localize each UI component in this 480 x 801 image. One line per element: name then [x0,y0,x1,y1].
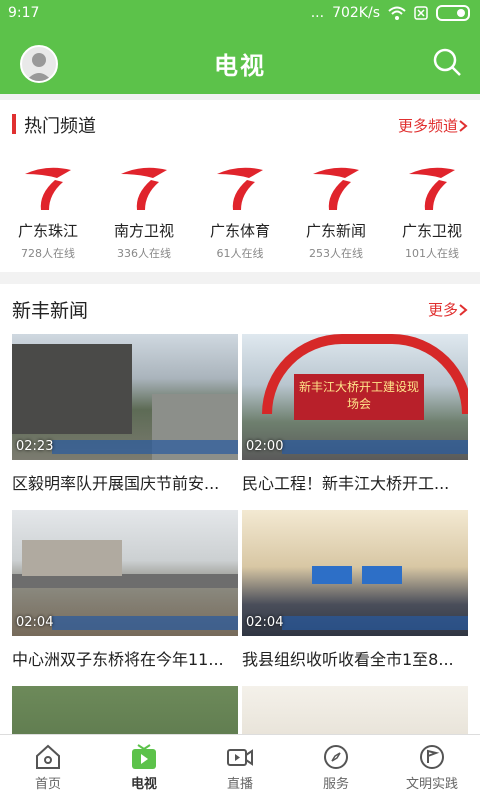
compass-icon [324,745,348,769]
news-thumbnail: 02:04 [242,510,468,636]
news-headline: 中心洲双子东桥将在今年11... [12,650,224,669]
news-thumbnail: 02:04 [12,510,238,636]
hot-channels-header: 热门频道 更多频道 [0,100,480,148]
news-thumbnail: 新丰江大桥开工建设现场会 02:00 [242,334,468,460]
news-item[interactable] [12,686,238,734]
tab-label: 电视 [130,777,157,792]
caption-strip [52,616,238,630]
screen-shape [312,566,352,584]
bottom-tab-bar: 首页 电视 直播 服务 文明实践 [0,734,480,801]
channel-online-count: 61人在线 [216,247,264,260]
news-item[interactable]: 02:04 中心洲双子东桥将在今年11... [12,510,238,670]
more-channels-link[interactable]: 更多频道 [398,115,468,136]
news-item[interactable]: 02:04 我县组织收听收看全市1至8... [242,510,468,670]
tab-services[interactable]: 服务 [288,735,384,801]
news-item[interactable]: 02:23 区毅明率队开展国庆节前安... [12,334,238,494]
building-shape [12,344,132,434]
caption-strip [282,440,468,454]
status-right: ... 702K/s [311,5,470,21]
app-header: 电视 [0,28,480,94]
video-duration: 02:23 [16,439,54,454]
video-camera-icon [227,749,253,766]
hot-channels-title: 热门频道 [24,116,96,137]
status-bar: 9:17 ... 702K/s [0,0,480,28]
tab-label: 直播 [226,777,253,792]
screen-shape [362,566,402,584]
video-duration: 02:04 [246,615,284,630]
tab-label: 首页 [34,777,61,792]
bridge-shape [12,574,238,588]
search-icon[interactable] [432,47,462,77]
local-news-title: 新丰新闻 [12,300,89,322]
more-channels-label: 更多频道 [397,117,458,135]
chevron-right-icon [459,303,468,316]
local-news-section: 新丰新闻 更多 02:23 区毅明率队开展国庆节前安... 新丰江大桥开工建设现… [0,284,480,734]
channel-item[interactable]: 广东珠江 728人在线 [0,150,96,270]
channel-name: 南方卫视 [113,222,174,240]
video-duration: 02:00 [246,439,284,454]
tab-label: 文明实践 [405,777,458,792]
channel-online-count: 336人在线 [117,247,171,260]
event-banner: 新丰江大桥开工建设现场会 [294,374,424,420]
caption-strip [52,440,238,454]
video-duration: 02:04 [16,615,54,630]
sim-icon [414,6,428,20]
channel-logo-icon [313,167,359,210]
channel-item[interactable]: 南方卫视 336人在线 [96,150,192,270]
building-shape [22,540,122,576]
channel-name: 广东珠江 [17,222,78,240]
channel-item[interactable]: 广东体育 61人在线 [192,150,288,270]
tab-home[interactable]: 首页 [0,735,96,801]
channel-online-count: 728人在线 [21,247,75,260]
channel-logo-icon [25,167,71,210]
news-headline: 我县组织收听收看全市1至8... [242,650,454,669]
channel-logo-icon [121,167,167,210]
flag-icon [420,745,444,769]
network-speed: 702K/s [332,5,380,21]
news-headline: 区毅明率队开展国庆节前安... [12,474,220,493]
more-news-link[interactable]: 更多 [428,299,468,320]
channel-name: 广东新闻 [305,222,366,240]
tv-icon [132,744,156,769]
channel-online-count: 253人在线 [309,247,363,260]
page-title: 电视 [214,52,266,80]
tab-live[interactable]: 直播 [192,735,288,801]
channel-name: 广东体育 [209,222,270,240]
news-thumbnail [242,686,468,734]
news-item[interactable]: 新丰江大桥开工建设现场会 02:00 民心工程！新丰江大桥开工... [242,334,468,494]
news-thumbnail [12,686,238,734]
channel-list: 广东珠江 728人在线 南方卫视 336人在线 广东体育 61人在线 广东新闻 … [0,150,480,270]
home-icon [36,744,60,769]
channel-logo-icon [217,167,263,210]
signal-dots: ... [310,5,325,21]
channel-logo-icon [409,167,455,210]
more-news-label: 更多 [427,301,458,319]
channel-online-count: 101人在线 [405,247,459,260]
news-thumbnail: 02:23 [12,334,238,460]
hot-channels-section: 热门频道 更多频道 广东珠江 728人在线 南方卫视 336人在线 广东体育 6… [0,100,480,272]
wifi-icon [388,6,406,20]
tab-tv[interactable]: 电视 [96,735,192,801]
channel-item[interactable]: 广东卫视 101人在线 [384,150,480,270]
tab-label: 服务 [322,777,349,792]
channel-name: 广东卫视 [401,222,462,240]
news-headline: 民心工程！新丰江大桥开工... [242,474,450,493]
status-time: 9:17 [8,5,40,21]
caption-strip [282,616,468,630]
channel-item[interactable]: 广东新闻 253人在线 [288,150,384,270]
battery-icon [436,5,470,21]
news-item[interactable] [242,686,468,734]
chevron-right-icon [459,119,468,132]
section-accent-bar [12,114,16,134]
tab-civilization-practice[interactable]: 文明实践 [384,735,480,801]
